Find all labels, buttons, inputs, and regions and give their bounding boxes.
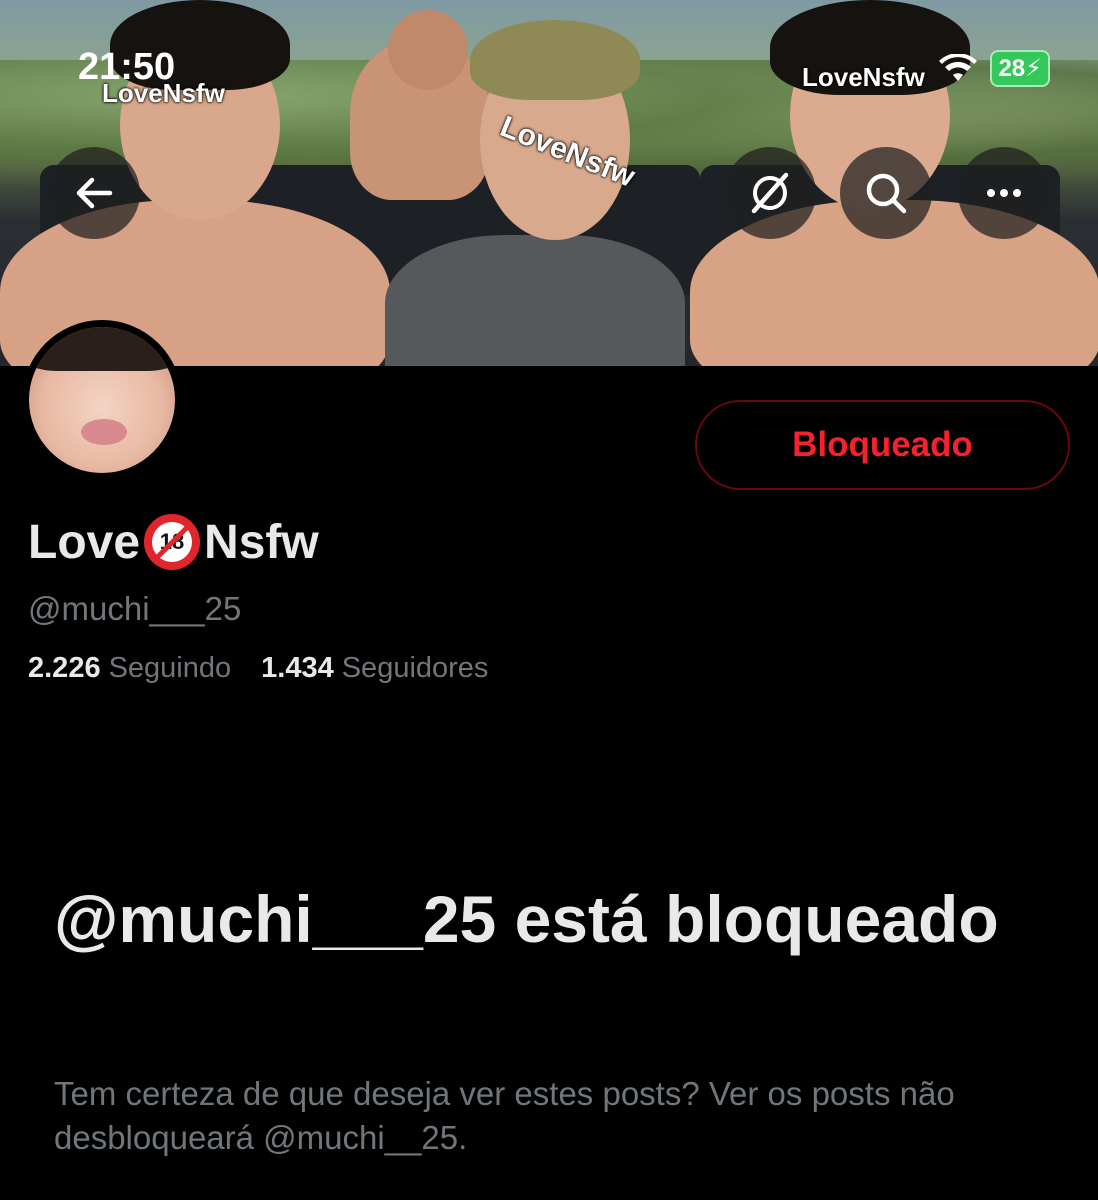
followers-count: 1.434: [261, 652, 334, 684]
status-bar-indicators: 28⚡: [938, 50, 1050, 87]
display-name: Love 18 Nsfw: [28, 514, 319, 570]
status-bar-time: 21:50: [78, 46, 176, 88]
grok-button[interactable]: [724, 147, 816, 239]
profile-handle: @muchi___25: [28, 590, 242, 627]
more-icon: [987, 189, 1021, 197]
followers-label: Seguidores: [341, 652, 489, 684]
search-button[interactable]: [840, 147, 932, 239]
wifi-icon: [939, 53, 978, 81]
search-icon: [866, 173, 907, 214]
banner-figure-center: [385, 235, 685, 366]
back-button[interactable]: [48, 147, 140, 239]
banner-figure-center-hair: [470, 20, 640, 100]
avatar[interactable]: [22, 320, 182, 480]
followers-link[interactable]: 1.434 Seguidores: [261, 652, 488, 685]
more-button[interactable]: [958, 147, 1050, 239]
blocked-description: Tem certeza de que deseja ver estes post…: [54, 1075, 955, 1156]
following-link[interactable]: 2.226 Seguindo: [28, 652, 231, 685]
following-label: Seguindo: [108, 652, 232, 684]
blocked-title: @muchi___25 está bloqueado: [54, 882, 999, 956]
grok-icon: [751, 172, 789, 214]
arrow-left-icon: [76, 177, 113, 209]
banner-figure-back-head: [388, 10, 468, 90]
battery-indicator: 28⚡: [990, 50, 1050, 87]
display-name-suffix: Nsfw: [204, 515, 319, 569]
blocked-button[interactable]: Bloqueado: [695, 400, 1070, 490]
banner-watermark-right: LoveNsfw: [802, 62, 925, 92]
no-under-18-icon: 18: [144, 514, 201, 570]
following-count: 2.226: [28, 652, 101, 684]
follow-stats: 2.226 Seguindo 1.434 Seguidores: [28, 652, 488, 685]
battery-level: 28: [998, 55, 1026, 82]
avatar-image: [29, 327, 175, 473]
display-name-prefix: Love: [28, 515, 141, 569]
